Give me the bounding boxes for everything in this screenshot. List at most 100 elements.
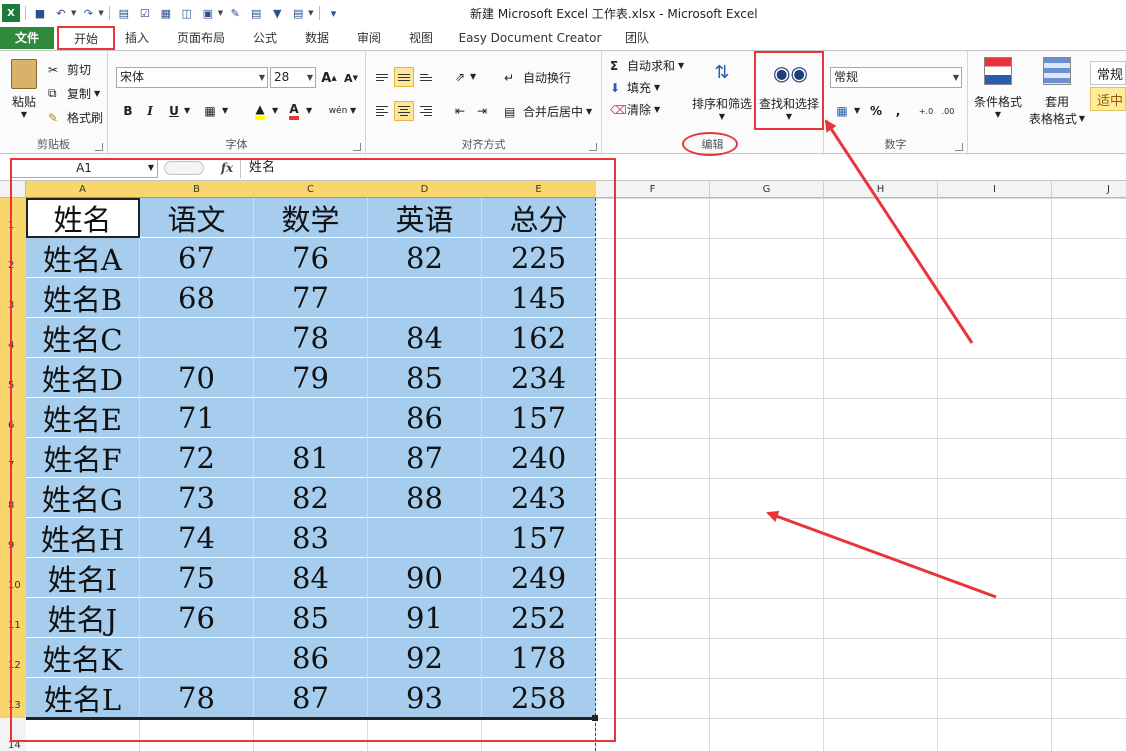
tab-review[interactable]: 审阅 bbox=[346, 27, 392, 49]
fill-color-dropdown-icon[interactable]: ▼ bbox=[272, 106, 278, 115]
decrease-indent-icon[interactable]: ⇤ bbox=[450, 101, 470, 121]
merge-center-label: 合并后居中 bbox=[523, 105, 584, 119]
align-middle-icon[interactable] bbox=[394, 67, 414, 87]
cut-button[interactable]: ✂ 剪切 bbox=[48, 61, 91, 78]
find-select-highlight bbox=[754, 51, 824, 130]
phonetic-dropdown-icon[interactable]: ▼ bbox=[350, 106, 356, 115]
align-right-icon[interactable] bbox=[416, 101, 436, 121]
currency-icon[interactable]: ▦ bbox=[832, 101, 852, 121]
sigma-icon: Σ bbox=[610, 58, 619, 73]
font-group-label: 字体 bbox=[225, 138, 248, 151]
autosum-label: 自动求和 bbox=[627, 59, 676, 73]
wrap-text-button[interactable]: ↵ 自动换行 bbox=[504, 69, 571, 86]
sort-filter-dropdown-icon[interactable]: ▼ bbox=[719, 112, 725, 121]
merge-dropdown-icon[interactable]: ▼ bbox=[586, 107, 592, 116]
column-header-j[interactable]: J bbox=[1052, 181, 1126, 198]
increase-indent-icon[interactable]: ⇥ bbox=[472, 101, 492, 121]
underline-dropdown-icon[interactable]: ▼ bbox=[184, 106, 190, 115]
borders-dropdown-icon[interactable]: ▼ bbox=[222, 106, 228, 115]
tab-insert[interactable]: 插入 bbox=[114, 27, 160, 49]
tab-home[interactable]: 开始 bbox=[57, 26, 115, 50]
align-top-icon[interactable] bbox=[372, 67, 392, 87]
scissors-icon: ✂ bbox=[48, 62, 59, 77]
tab-easy-document-creator[interactable]: Easy Document Creator bbox=[454, 27, 606, 49]
copy-dropdown-icon[interactable]: ▼ bbox=[94, 89, 100, 98]
paste-button[interactable]: 粘贴 ▼ bbox=[8, 59, 40, 129]
italic-button[interactable]: I bbox=[140, 101, 160, 121]
borders-icon[interactable]: ▦ bbox=[200, 101, 220, 121]
alignment-group-label: 对齐方式 bbox=[461, 138, 506, 151]
font-name-select[interactable]: 宋体 ▼ bbox=[116, 67, 268, 88]
number-format-select[interactable]: 常规 ▼ bbox=[830, 67, 962, 88]
column-header-h[interactable]: H bbox=[824, 181, 938, 198]
tab-file[interactable]: 文件 bbox=[0, 27, 54, 49]
format-as-table-button[interactable]: 套用 表格格式 ▼ bbox=[1026, 57, 1088, 133]
alignment-launcher-icon[interactable] bbox=[589, 143, 597, 151]
table-format-label-1: 套用 bbox=[1044, 95, 1069, 109]
column-header-g[interactable]: G bbox=[710, 181, 824, 198]
number-launcher-icon[interactable] bbox=[955, 143, 963, 151]
gridline bbox=[937, 198, 938, 751]
tab-team[interactable]: 团队 bbox=[614, 27, 660, 49]
orientation-icon[interactable]: ⇗ bbox=[450, 67, 470, 87]
font-group: 宋体 ▼ 28 ▼ A ▲ A ▼ B I U ▼ ▦ ▼ ▲ ▼ A ▼ wén ▼ … bbox=[108, 51, 366, 155]
wrap-text-icon: ↵ bbox=[504, 70, 515, 85]
bold-button[interactable]: B bbox=[118, 101, 138, 121]
phonetic-icon[interactable]: wén bbox=[328, 101, 348, 121]
fill-down-icon: ⬇ bbox=[610, 80, 621, 95]
orientation-dropdown-icon[interactable]: ▼ bbox=[470, 72, 476, 81]
font-size-select[interactable]: 28 ▼ bbox=[270, 67, 316, 88]
increase-decimal-icon[interactable]: +.0 bbox=[916, 101, 936, 121]
chevron-down-icon: ▼ bbox=[306, 73, 313, 82]
currency-dropdown-icon[interactable]: ▼ bbox=[854, 106, 860, 115]
grow-font-icon[interactable]: A ▲ bbox=[319, 68, 339, 88]
font-color-dropdown-icon[interactable]: ▼ bbox=[306, 106, 312, 115]
window-title: 新建 Microsoft Excel 工作表.xlsx - Microsoft … bbox=[470, 7, 758, 21]
font-size-value: 28 bbox=[274, 70, 290, 84]
align-bottom-icon[interactable] bbox=[416, 67, 436, 87]
clipboard-group: 粘贴 ▼ ✂ 剪切 ⧉ 复制 ▼ ✎ 格式刷 剪贴板 bbox=[0, 51, 108, 155]
alignment-group: ⇗ ▼ ↵ 自动换行 ⇤ ⇥ ▤ 合并后居中 ▼ 对齐方式 bbox=[366, 51, 602, 155]
column-header-i[interactable]: I bbox=[938, 181, 1052, 198]
merge-center-button[interactable]: ▤ 合并后居中 ▼ bbox=[504, 103, 592, 120]
conditional-format-dropdown-icon[interactable]: ▼ bbox=[995, 110, 1001, 119]
fill-button[interactable]: ⬇ 填充 ▼ bbox=[610, 79, 660, 96]
format-painter-label: 格式刷 bbox=[67, 111, 104, 125]
percent-button[interactable]: % bbox=[866, 101, 886, 121]
clear-button[interactable]: ⌫ 清除 ▼ bbox=[610, 101, 660, 118]
table-format-dropdown-icon[interactable]: ▼ bbox=[1079, 114, 1085, 123]
brush-icon: ✎ bbox=[48, 110, 59, 125]
fill-dropdown-icon[interactable]: ▼ bbox=[654, 83, 660, 92]
font-color-icon[interactable]: A bbox=[284, 101, 304, 121]
fill-color-icon[interactable]: ▲ bbox=[250, 101, 270, 121]
tab-view[interactable]: 视图 bbox=[398, 27, 444, 49]
copy-button[interactable]: ⧉ 复制 ▼ bbox=[48, 85, 100, 102]
clear-dropdown-icon[interactable]: ▼ bbox=[654, 105, 660, 114]
autosum-dropdown-icon[interactable]: ▼ bbox=[678, 61, 684, 70]
comma-button[interactable]: , bbox=[888, 101, 908, 121]
underline-button[interactable]: U bbox=[164, 101, 184, 121]
gridline bbox=[823, 198, 824, 751]
font-launcher-icon[interactable] bbox=[353, 143, 361, 151]
style-normal[interactable]: 常规 bbox=[1090, 61, 1126, 85]
tab-formulas[interactable]: 公式 bbox=[242, 27, 288, 49]
autosum-button[interactable]: Σ 自动求和 ▼ bbox=[610, 57, 684, 74]
paste-dropdown-icon[interactable]: ▼ bbox=[21, 110, 27, 119]
wrap-text-label: 自动换行 bbox=[523, 71, 572, 85]
decrease-decimal-icon[interactable]: .00 bbox=[938, 101, 958, 121]
styles-group: 条件格式 ▼ 套用 表格格式 ▼ 常规 适中 bbox=[968, 51, 1126, 155]
style-neutral[interactable]: 适中 bbox=[1090, 87, 1126, 111]
number-group-label: 数字 bbox=[884, 138, 907, 151]
tab-page-layout[interactable]: 页面布局 bbox=[168, 27, 234, 49]
shrink-font-icon[interactable]: A ▼ bbox=[341, 68, 361, 88]
clipboard-launcher-icon[interactable] bbox=[95, 143, 103, 151]
chevron-down-icon: ▼ bbox=[258, 73, 265, 82]
align-left-icon[interactable] bbox=[372, 101, 392, 121]
copy-icon: ⧉ bbox=[48, 86, 57, 100]
fill-label: 填充 bbox=[627, 81, 652, 95]
align-center-icon[interactable] bbox=[394, 101, 414, 121]
format-painter-button[interactable]: ✎ 格式刷 bbox=[48, 109, 103, 126]
tab-data[interactable]: 数据 bbox=[294, 27, 340, 49]
conditional-format-button[interactable]: 条件格式 ▼ bbox=[970, 57, 1026, 127]
sort-filter-button[interactable]: ⇅ 排序和筛选 ▼ bbox=[690, 57, 754, 127]
